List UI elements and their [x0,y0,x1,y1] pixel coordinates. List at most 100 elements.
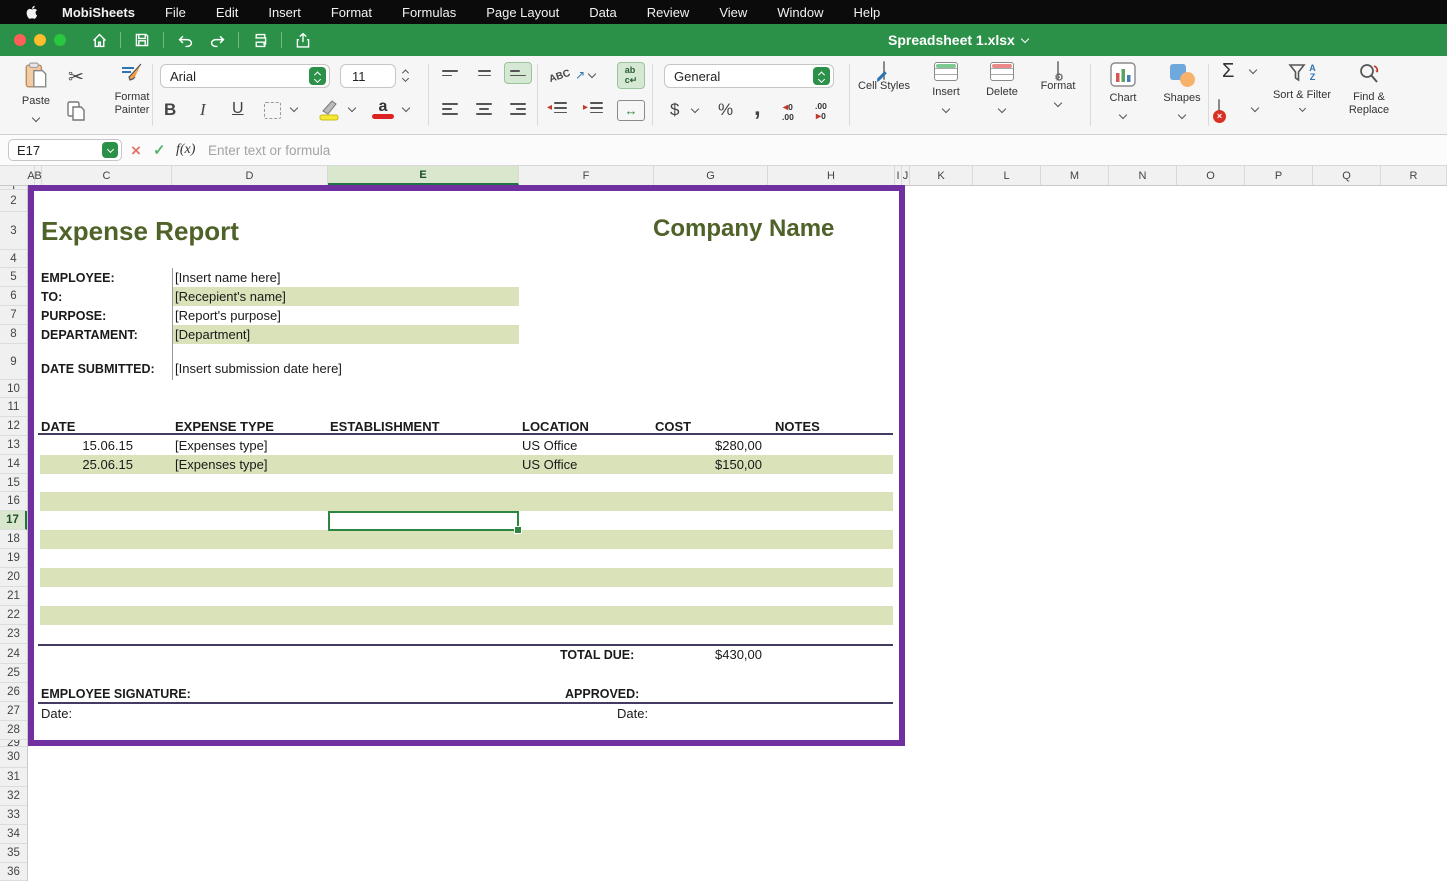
merge-cells-button[interactable]: ↔ [617,100,645,121]
formula-input[interactable] [208,138,1438,162]
document-title[interactable]: Spreadsheet 1.xlsx [888,24,1028,56]
align-right-button[interactable] [504,98,532,120]
menu-item-edit[interactable]: Edit [216,5,238,20]
print-icon[interactable] [249,29,271,51]
column-header-H[interactable]: H [768,166,895,185]
row-header-17[interactable]: 17 [0,511,27,530]
decrease-indent-button[interactable]: ◂ [547,102,567,113]
row-header-19[interactable]: 19 [0,549,27,568]
row-header-8[interactable]: 8 [0,325,27,344]
column-header-O[interactable]: O [1177,166,1245,185]
autosum-button[interactable]: Σ [1222,60,1234,83]
highlight-dropdown-icon[interactable] [348,104,356,112]
row-header-33[interactable]: 33 [0,806,27,825]
font-name-select[interactable]: Arial [160,64,330,88]
row-header-25[interactable]: 25 [0,664,27,683]
row-header-2[interactable]: 2 [0,190,27,212]
row-header-26[interactable]: 26 [0,683,27,702]
wrap-text-button[interactable]: abc↵ [617,62,645,89]
font-color-dropdown-icon[interactable] [402,104,410,112]
format-cells-button[interactable]: ⚙ Format [1032,62,1084,111]
comma-style-button[interactable]: , [754,94,761,122]
row-header-21[interactable]: 21 [0,587,27,606]
menu-item-formulas[interactable]: Formulas [402,5,456,20]
row-header-32[interactable]: 32 [0,787,27,806]
home-icon[interactable] [88,29,110,51]
fill-handle[interactable] [514,526,522,534]
row-header-11[interactable]: 11 [0,398,27,417]
row-header-22[interactable]: 22 [0,606,27,625]
row-header-36[interactable]: 36 [0,863,27,881]
undo-icon[interactable] [174,29,196,51]
column-header-Q[interactable]: Q [1313,166,1381,185]
font-size-stepper[interactable] [403,69,408,81]
column-header-R[interactable]: R [1381,166,1447,185]
column-header-N[interactable]: N [1109,166,1177,185]
align-middle-button[interactable] [470,62,498,84]
column-header-C[interactable]: C [42,166,172,185]
insert-cells-button[interactable]: Insert [920,62,972,117]
currency-dropdown-icon[interactable] [691,105,699,113]
row-header-18[interactable]: 18 [0,530,27,549]
increase-indent-button[interactable]: ▸ [583,102,603,113]
paste-button[interactable]: Paste [14,62,58,126]
shapes-button[interactable]: Shapes [1156,62,1208,123]
menu-item-format[interactable]: Format [331,5,372,20]
italic-button[interactable]: I [200,100,206,120]
column-header-M[interactable]: M [1041,166,1109,185]
menu-item-insert[interactable]: Insert [268,5,301,20]
clear-dropdown-icon[interactable] [1251,104,1259,112]
menu-item-data[interactable]: Data [589,5,616,20]
column-header-D[interactable]: D [172,166,328,185]
underline-button[interactable]: U [232,100,244,118]
decrease-decimal-button[interactable]: .00▸0 [815,102,827,122]
save-icon[interactable] [131,29,153,51]
column-header-E[interactable]: E [328,166,519,185]
row-header-23[interactable]: 23 [0,625,27,644]
sort-filter-button[interactable]: AZ Sort & Filter [1272,62,1332,115]
function-icon[interactable]: f(x) [176,142,195,158]
highlight-color-button[interactable] [315,98,341,127]
column-header-K[interactable]: K [910,166,973,185]
format-painter-button[interactable]: Format Painter [106,62,158,117]
column-header-B[interactable]: B [35,166,42,185]
clear-cells-button[interactable]: × [1218,100,1220,118]
menu-item-window[interactable]: Window [777,5,823,20]
cut-button[interactable]: ✂ [68,66,84,89]
borders-button[interactable] [264,102,281,119]
copy-button[interactable] [66,100,86,127]
cell-styles-button[interactable]: Cell Styles [858,62,910,93]
column-header-F[interactable]: F [519,166,654,185]
row-header-29[interactable]: 29 [0,740,27,747]
align-top-button[interactable] [436,62,464,84]
row-header-5[interactable]: 5 [0,268,27,287]
align-left-button[interactable] [436,98,464,120]
close-window-button[interactable] [14,34,26,46]
cancel-entry-icon[interactable]: × [131,141,141,161]
menu-item-view[interactable]: View [719,5,747,20]
share-icon[interactable] [292,29,314,51]
column-header-P[interactable]: P [1245,166,1313,185]
menu-item-review[interactable]: Review [647,5,690,20]
column-header-I[interactable]: I [895,166,902,185]
apple-menu-icon[interactable] [24,4,40,20]
row-header-6[interactable]: 6 [0,287,27,306]
row-header-9[interactable]: 9 [0,344,27,380]
autosum-dropdown-icon[interactable] [1249,66,1257,74]
row-header-3[interactable]: 3 [0,212,27,250]
redo-icon[interactable] [206,29,228,51]
borders-dropdown-icon[interactable] [290,104,298,112]
row-header-20[interactable]: 20 [0,568,27,587]
row-header-7[interactable]: 7 [0,306,27,325]
sheet-canvas[interactable] [28,186,1447,881]
currency-button[interactable]: $ [670,100,679,120]
confirm-entry-icon[interactable]: ✓ [153,141,166,159]
menu-item-mobisheets[interactable]: MobiSheets [62,5,135,20]
menu-item-page-layout[interactable]: Page Layout [486,5,559,20]
row-header-4[interactable]: 4 [0,250,27,268]
row-header-15[interactable]: 15 [0,474,27,492]
row-header-10[interactable]: 10 [0,380,27,398]
number-format-select[interactable]: General [664,64,834,88]
row-header-35[interactable]: 35 [0,844,27,863]
align-center-button[interactable] [470,98,498,120]
